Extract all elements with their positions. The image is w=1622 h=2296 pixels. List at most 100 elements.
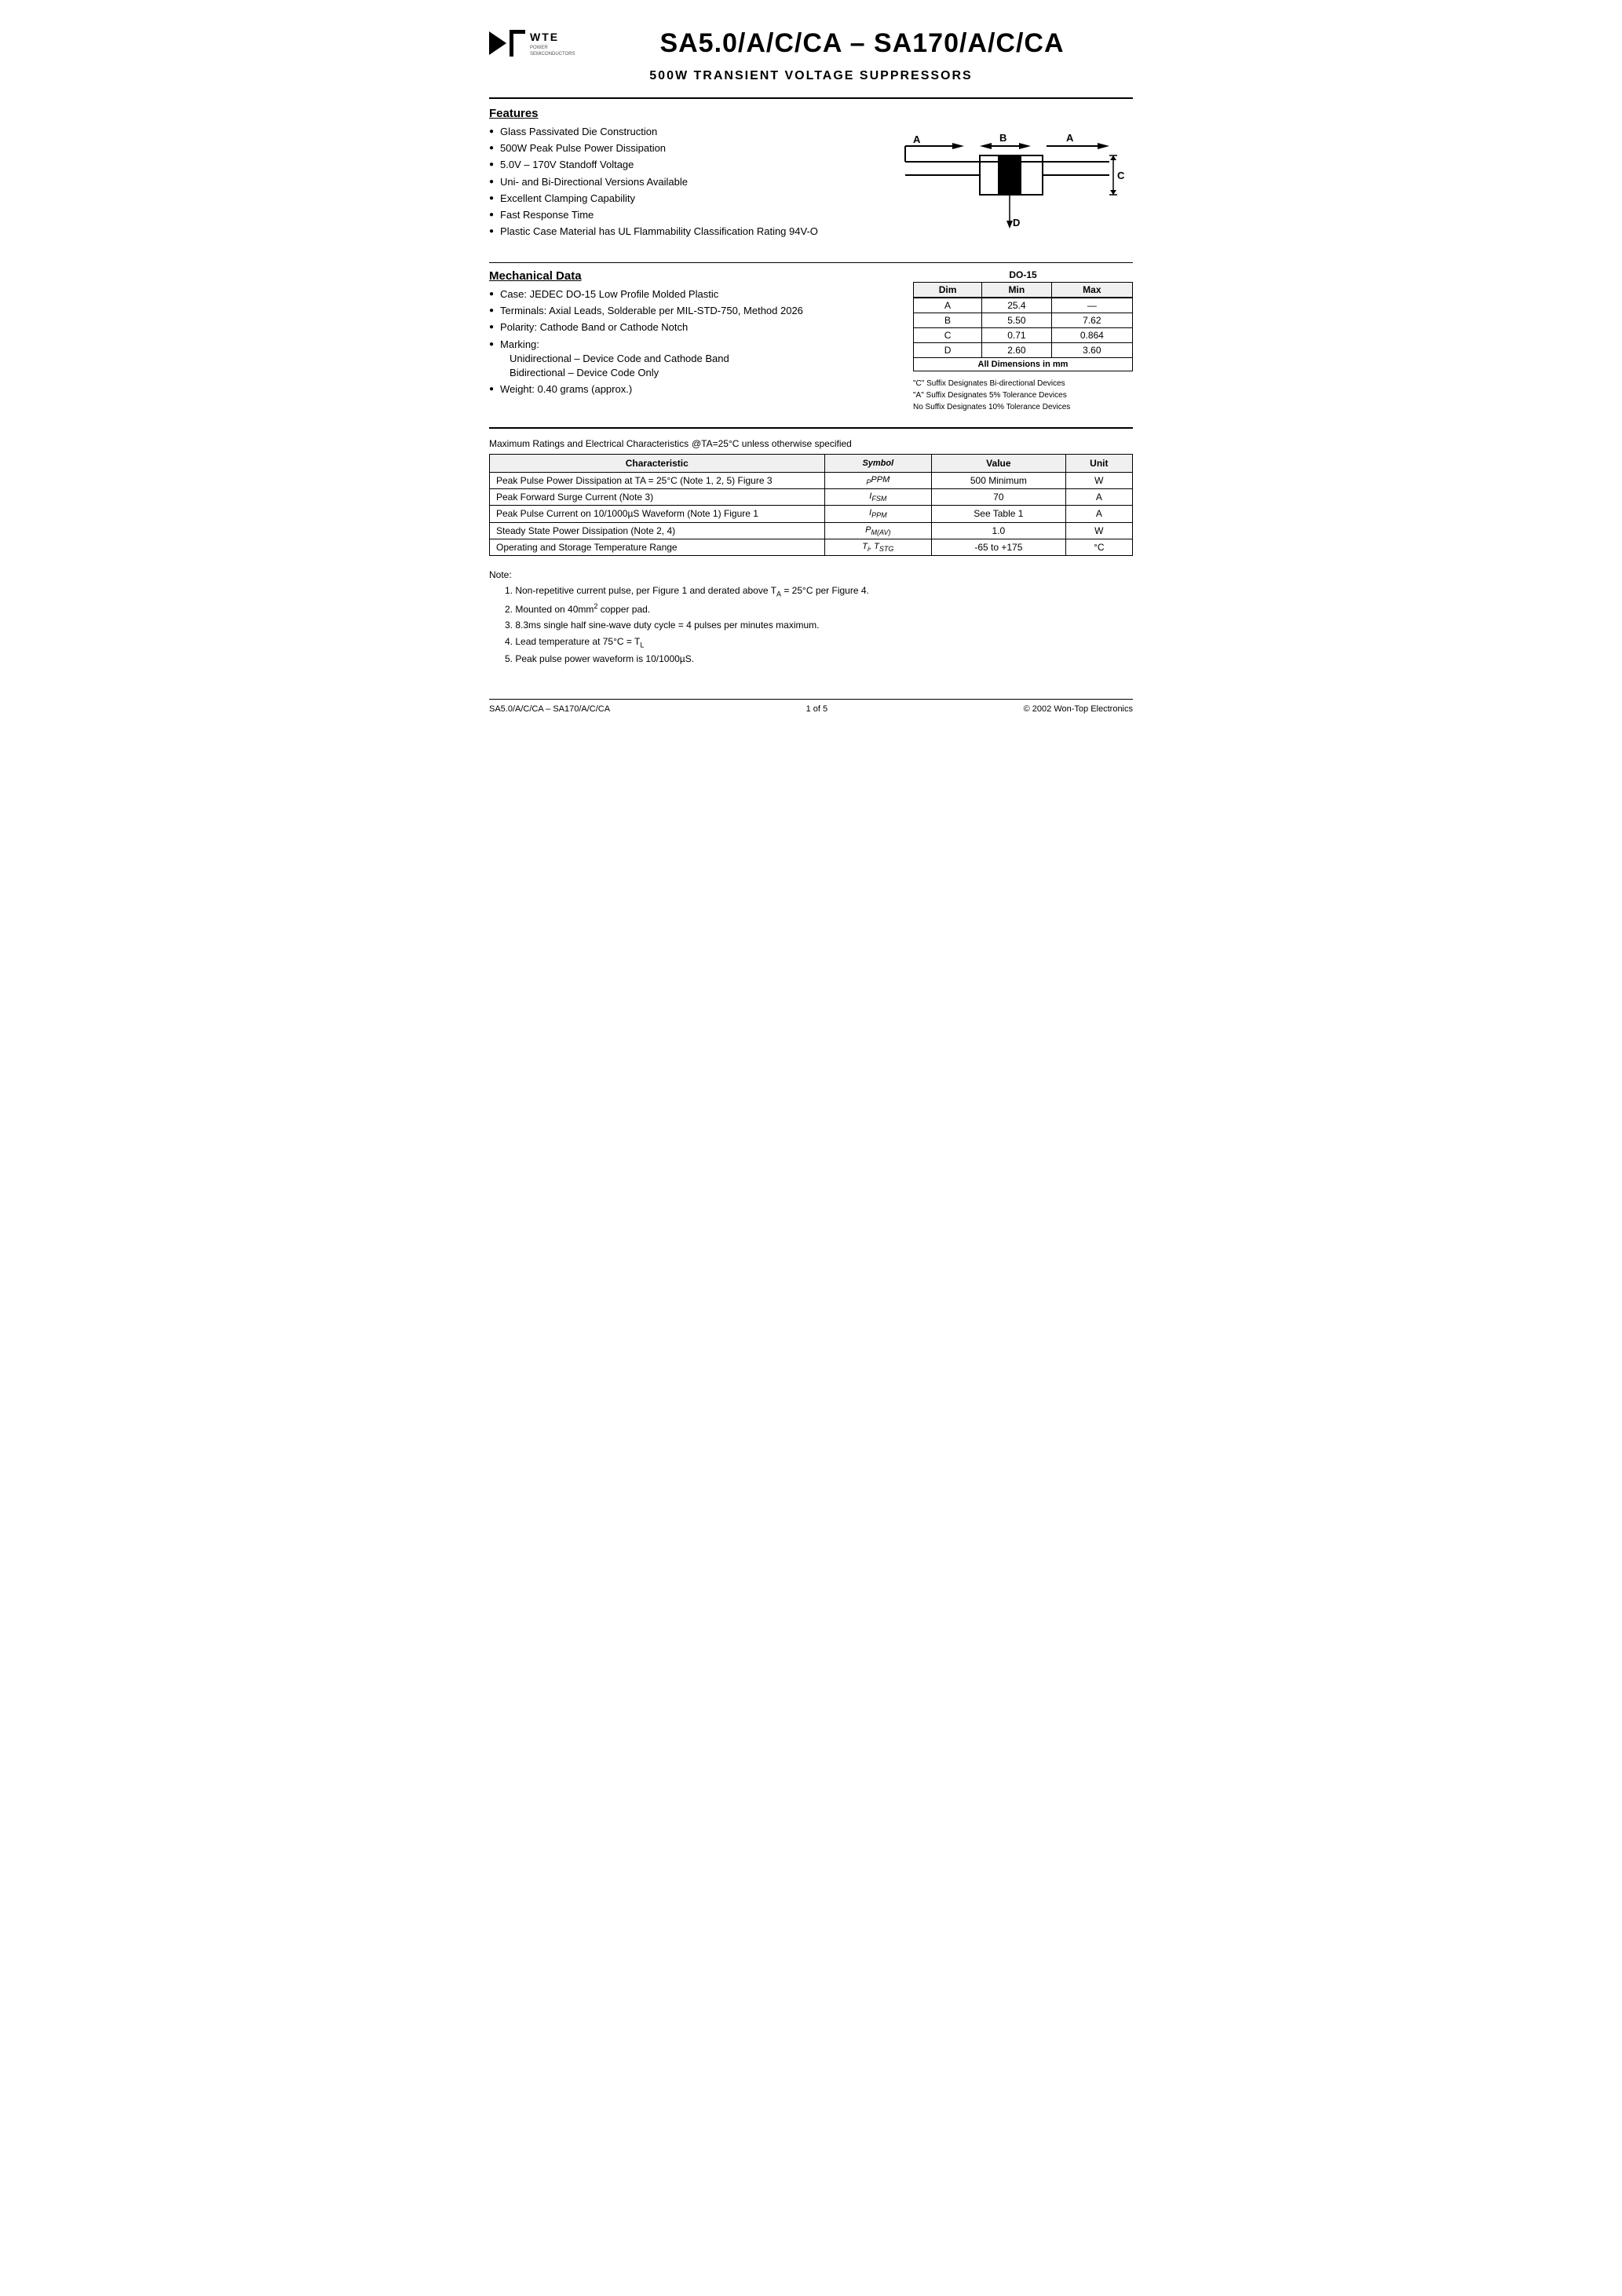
col-header-max: Max (1051, 283, 1132, 298)
logo-icon: WTE POWER SEMICONDUCTORS (489, 24, 575, 63)
suffix-note-3: No Suffix Designates 10% Tolerance Devic… (913, 401, 1133, 413)
sym-2: IFSM (824, 489, 931, 506)
note-4: 4. Lead temperature at 75°C = TL (505, 634, 1133, 652)
val-5: -65 to +175 (932, 539, 1066, 555)
table-row: Peak Forward Surge Current (Note 3) IFSM… (490, 489, 1133, 506)
footer-center: 1 of 5 (806, 704, 828, 714)
unit-5: °C (1065, 539, 1132, 555)
svg-text:A: A (1066, 132, 1074, 144)
section-divider-2 (489, 427, 1133, 429)
table-row-footer: All Dimensions in mm (914, 358, 1133, 371)
max-a: — (1051, 298, 1132, 313)
sym-5: Ti, TSTG (824, 539, 931, 555)
unit-2: A (1065, 489, 1132, 506)
note-1: 1. Non-repetitive current pulse, per Fig… (505, 583, 1133, 601)
unit-1: W (1065, 473, 1132, 489)
note-3: 3. 8.3ms single half sine-wave duty cycl… (505, 617, 1133, 633)
val-2: 70 (932, 489, 1066, 506)
notes-section: Note: 1. Non-repetitive current pulse, p… (489, 567, 1133, 667)
page-header: WTE POWER SEMICONDUCTORS SA5.0/A/C/CA – … (489, 24, 1133, 63)
sym-4: PM(AV) (824, 522, 931, 539)
val-3: See Table 1 (932, 506, 1066, 522)
do15-table: Dim Min Max A 25.4 — B 5.50 7.62 C (913, 282, 1133, 371)
col-header-dim: Dim (914, 283, 982, 298)
sym-1: PPPM (824, 473, 931, 489)
list-item: Glass Passivated Die Construction (489, 125, 866, 139)
char-3: Peak Pulse Current on 10/1000µS Waveform… (490, 506, 825, 522)
list-item: 500W Peak Pulse Power Dissipation (489, 141, 866, 155)
table-row: Steady State Power Dissipation (Note 2, … (490, 522, 1133, 539)
characteristics-table: Characteristic Symbol Value Unit Peak Pu… (489, 454, 1133, 556)
svg-text:WTE: WTE (530, 31, 559, 43)
table-row: A 25.4 — (914, 298, 1133, 313)
dim-d: D (914, 343, 982, 358)
table-row: D 2.60 3.60 (914, 343, 1133, 358)
svg-text:C: C (1117, 170, 1125, 181)
diode-diagram: A B A D (890, 107, 1125, 248)
dim-a: A (914, 298, 982, 313)
max-b: 7.62 (1051, 313, 1132, 328)
unit-3: A (1065, 506, 1132, 522)
char-1: Peak Pulse Power Dissipation at TA = 25°… (490, 473, 825, 489)
min-c: 0.71 (982, 328, 1052, 343)
note-2: 2. Mounted on 40mm2 copper pad. (505, 601, 1133, 617)
max-d: 3.60 (1051, 343, 1132, 358)
do15-title: DO-15 (913, 269, 1133, 280)
notes-label: Note: (489, 569, 512, 580)
suffix-note-1: "C" Suffix Designates Bi-directional Dev… (913, 378, 1133, 389)
mechanical-section: Mechanical Data Case: JEDEC DO-15 Low Pr… (489, 269, 1133, 413)
mechanical-list: Case: JEDEC DO-15 Low Profile Molded Pla… (489, 287, 897, 397)
list-item: Plastic Case Material has UL Flammabilit… (489, 225, 866, 239)
char-2: Peak Forward Surge Current (Note 3) (490, 489, 825, 506)
unit-4: W (1065, 522, 1132, 539)
footer-right: © 2002 Won-Top Electronics (1024, 704, 1133, 714)
min-d: 2.60 (982, 343, 1052, 358)
val-1: 500 Minimum (932, 473, 1066, 489)
max-ratings-title: Maximum Ratings and Electrical Character… (489, 437, 1133, 449)
list-item: Excellent Clamping Capability (489, 192, 866, 206)
list-item: Polarity: Cathode Band or Cathode Notch (489, 320, 897, 335)
table-row: B 5.50 7.62 (914, 313, 1133, 328)
svg-text:A: A (913, 133, 921, 145)
list-item: Terminals: Axial Leads, Solderable per M… (489, 304, 897, 318)
mechanical-left: Mechanical Data Case: JEDEC DO-15 Low Pr… (489, 269, 897, 413)
min-a: 25.4 (982, 298, 1052, 313)
sym-3: IPPM (824, 506, 931, 522)
col-symbol: Symbol (824, 455, 931, 473)
col-characteristic: Characteristic (490, 455, 825, 473)
list-item: 5.0V – 170V Standoff Voltage (489, 158, 866, 172)
suffix-notes: "C" Suffix Designates Bi-directional Dev… (913, 378, 1133, 413)
features-list: Glass Passivated Die Construction 500W P… (489, 125, 866, 239)
list-item: Weight: 0.40 grams (approx.) (489, 382, 897, 397)
mechanical-title: Mechanical Data (489, 269, 897, 283)
svg-text:SEMICONDUCTORS: SEMICONDUCTORS (530, 52, 575, 57)
footer-left: SA5.0/A/C/CA – SA170/A/C/CA (489, 704, 610, 714)
svg-text:POWER: POWER (530, 46, 548, 50)
svg-text:B: B (999, 132, 1006, 144)
page-footer: SA5.0/A/C/CA – SA170/A/C/CA 1 of 5 © 200… (489, 699, 1133, 714)
col-value: Value (932, 455, 1066, 473)
char-4: Steady State Power Dissipation (Note 2, … (490, 522, 825, 539)
dim-c: C (914, 328, 982, 343)
subtitle: 500W TRANSIENT VOLTAGE SUPPRESSORS (489, 69, 1133, 83)
list-item: Fast Response Time (489, 208, 866, 222)
logo-area: WTE POWER SEMICONDUCTORS (489, 24, 591, 63)
features-section: Features Glass Passivated Die Constructi… (489, 107, 1133, 248)
note-5: 5. Peak pulse power waveform is 10/1000µ… (505, 651, 1133, 667)
list-item: Marking: Unidirectional – Device Code an… (489, 338, 897, 381)
list-item: Uni- and Bi-Directional Versions Availab… (489, 175, 866, 189)
table-row: Peak Pulse Current on 10/1000µS Waveform… (490, 506, 1133, 522)
features-left: Features Glass Passivated Die Constructi… (489, 107, 866, 248)
diagram-area: A B A D (882, 107, 1133, 248)
list-item: Case: JEDEC DO-15 Low Profile Molded Pla… (489, 287, 897, 302)
main-title: SA5.0/A/C/CA – SA170/A/C/CA (591, 28, 1133, 59)
table-row: Peak Pulse Power Dissipation at TA = 25°… (490, 473, 1133, 489)
dim-b: B (914, 313, 982, 328)
min-b: 5.50 (982, 313, 1052, 328)
col-header-min: Min (982, 283, 1052, 298)
col-unit: Unit (1065, 455, 1132, 473)
header-divider (489, 97, 1133, 99)
table-row: Operating and Storage Temperature Range … (490, 539, 1133, 555)
suffix-note-2: "A" Suffix Designates 5% Tolerance Devic… (913, 389, 1133, 401)
all-dimensions: All Dimensions in mm (914, 358, 1133, 371)
